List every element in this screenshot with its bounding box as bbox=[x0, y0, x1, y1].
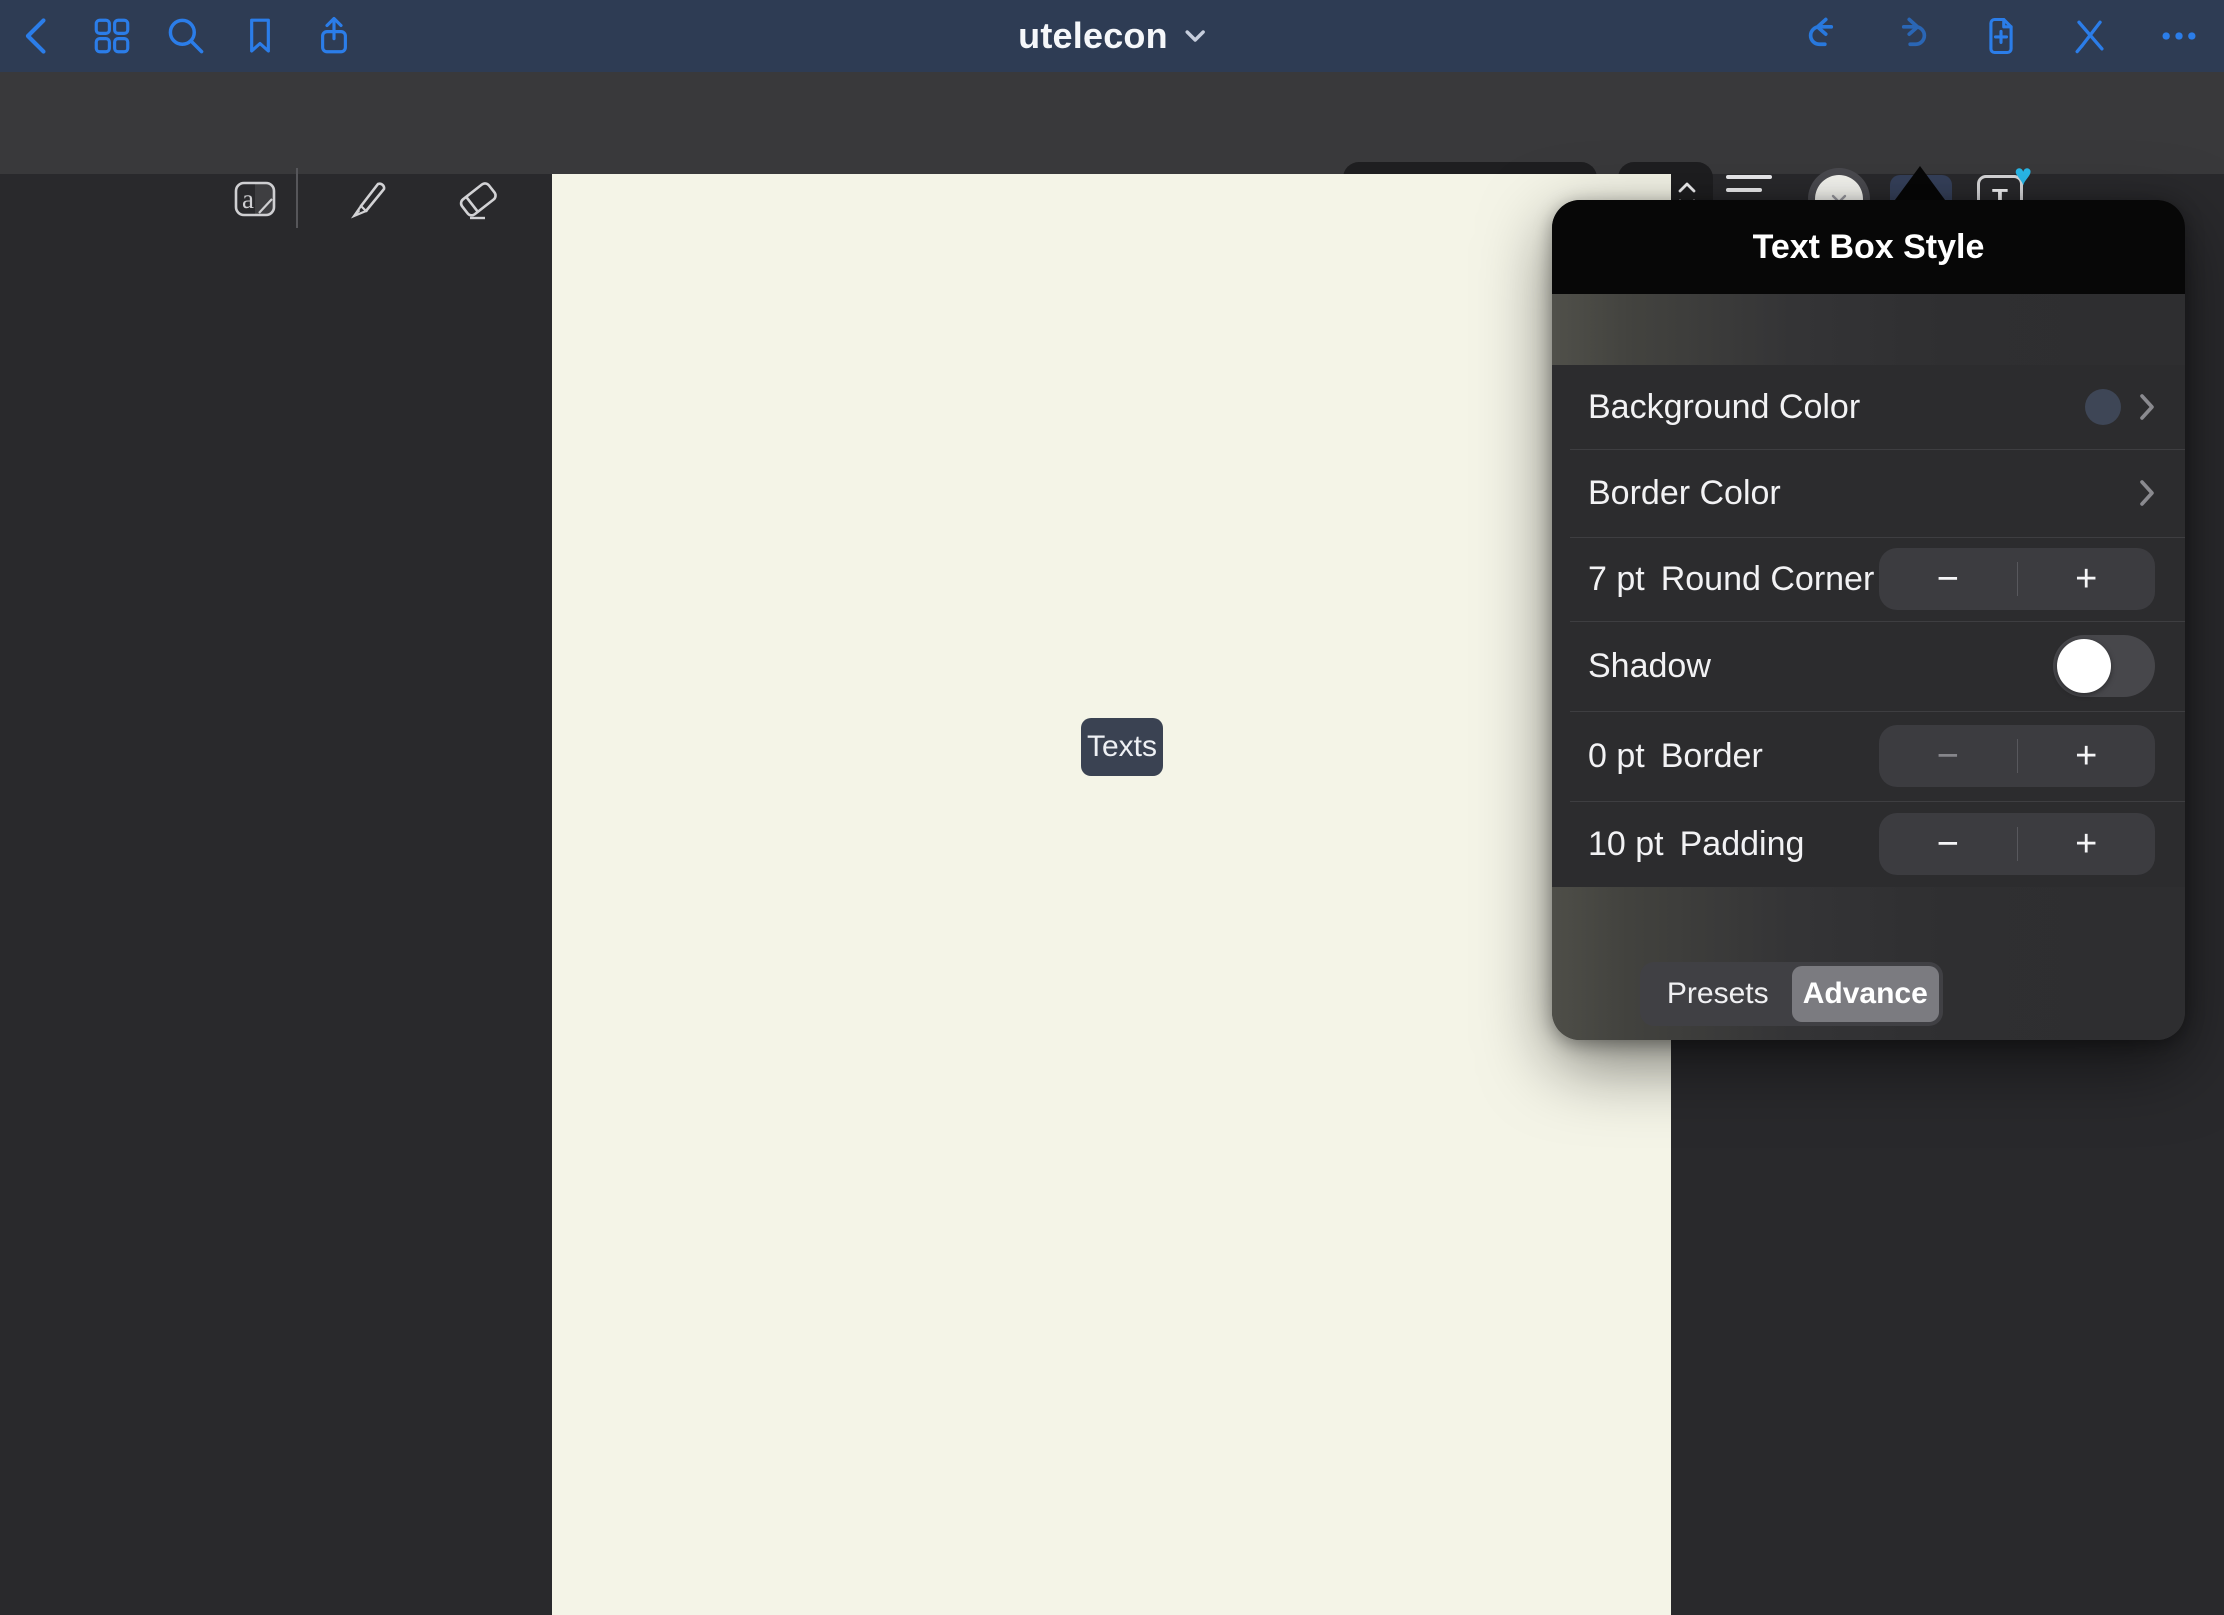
popover-footer: Presets Advance bbox=[1552, 887, 2185, 1040]
chevron-down-icon bbox=[1184, 29, 1206, 43]
shadow-toggle[interactable] bbox=[2053, 635, 2155, 697]
advance-tab[interactable]: Advance bbox=[1792, 966, 1940, 1022]
undo-icon[interactable] bbox=[1801, 14, 1845, 58]
round-corner-value: 7 pt bbox=[1588, 560, 1645, 599]
document-title: utelecon bbox=[1018, 15, 1168, 57]
row-round-corner: 7 pt Round Corner − + bbox=[1552, 537, 2185, 621]
row-shadow: Shadow bbox=[1552, 621, 2185, 711]
padding-value: 10 pt bbox=[1588, 825, 1664, 864]
handwriting-mode-icon[interactable]: a bbox=[231, 175, 279, 223]
minus-button[interactable]: − bbox=[1879, 548, 2017, 610]
notebook-page[interactable] bbox=[552, 174, 1671, 1615]
row-label: Shadow bbox=[1588, 647, 1711, 686]
bookmark-icon[interactable] bbox=[238, 14, 282, 58]
svg-text:a: a bbox=[242, 184, 254, 214]
border-value: 0 pt bbox=[1588, 737, 1645, 776]
add-page-icon[interactable] bbox=[1979, 14, 2023, 58]
eraser-tool-icon[interactable] bbox=[454, 175, 502, 223]
row-label: Border bbox=[1661, 737, 1763, 776]
textbox-style-popover: Text Box Style Background Color Border C… bbox=[1552, 200, 2185, 1040]
row-label: Round Corner bbox=[1661, 560, 1875, 599]
row-padding: 10 pt Padding − + bbox=[1552, 801, 2185, 887]
presets-tab[interactable]: Presets bbox=[1644, 966, 1792, 1022]
canvas-textbox[interactable]: Texts bbox=[1081, 718, 1163, 776]
topbar-left-icons bbox=[16, 0, 356, 72]
presets-advance-segmented-control: Presets Advance bbox=[1640, 962, 1943, 1026]
toggle-knob bbox=[2057, 639, 2111, 693]
row-label: Padding bbox=[1680, 825, 1805, 864]
tool-bar: a bbox=[0, 72, 2224, 174]
share-icon[interactable] bbox=[312, 14, 356, 58]
popover-rows: Background Color Border Color 7 pt Round… bbox=[1552, 365, 2185, 887]
back-icon[interactable] bbox=[16, 14, 60, 58]
top-navigation-bar: utelecon bbox=[0, 0, 2224, 72]
padding-stepper: − + bbox=[1879, 813, 2155, 875]
more-icon[interactable] bbox=[2157, 14, 2201, 58]
popover-title: Text Box Style bbox=[1753, 228, 1985, 267]
chevron-right-icon bbox=[2139, 393, 2155, 421]
redo-icon[interactable] bbox=[1890, 14, 1934, 58]
page-grid-icon[interactable] bbox=[90, 14, 134, 58]
readonly-pencil-icon[interactable] bbox=[2068, 14, 2112, 58]
pen-tool-icon[interactable] bbox=[344, 175, 392, 223]
toolbar-separator bbox=[296, 168, 298, 228]
row-label: Background Color bbox=[1588, 388, 1860, 427]
chevron-right-icon bbox=[2139, 479, 2155, 507]
popover-header: Text Box Style bbox=[1552, 200, 2185, 294]
minus-button[interactable]: − bbox=[1879, 813, 2017, 875]
round-corner-stepper: − + bbox=[1879, 548, 2155, 610]
plus-button[interactable]: + bbox=[2018, 813, 2156, 875]
row-background-color[interactable]: Background Color bbox=[1552, 365, 2185, 449]
row-border-color[interactable]: Border Color bbox=[1552, 449, 2185, 537]
row-label: Border Color bbox=[1588, 474, 1781, 513]
row-border: 0 pt Border − + bbox=[1552, 711, 2185, 801]
plus-button[interactable]: + bbox=[2018, 725, 2156, 787]
popover-preview-band bbox=[1552, 294, 2185, 365]
minus-button[interactable]: − bbox=[1879, 725, 2017, 787]
search-icon[interactable] bbox=[164, 14, 208, 58]
background-color-swatch bbox=[2085, 389, 2121, 425]
topbar-right-icons bbox=[1801, 0, 2201, 72]
popover-arrow bbox=[1892, 166, 1948, 204]
plus-button[interactable]: + bbox=[2018, 548, 2156, 610]
border-stepper: − + bbox=[1879, 725, 2155, 787]
canvas-textbox-text: Texts bbox=[1087, 730, 1157, 764]
heart-icon: ♥ bbox=[2014, 159, 2032, 193]
document-title-dropdown[interactable]: utelecon bbox=[1018, 0, 1206, 72]
